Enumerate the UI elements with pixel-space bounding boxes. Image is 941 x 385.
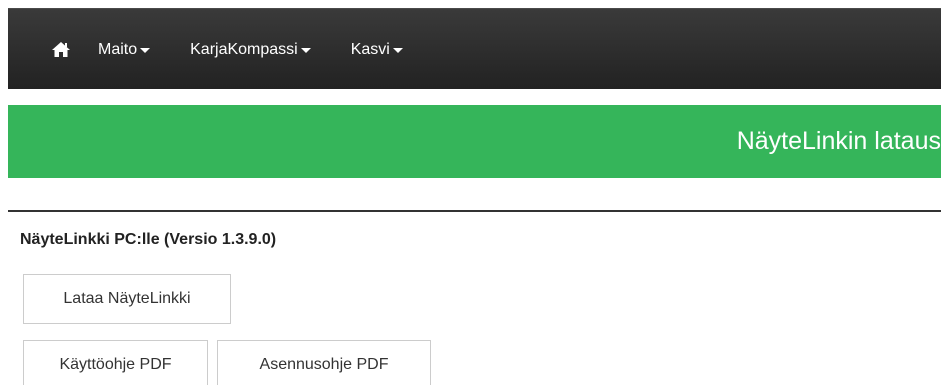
nav-item-maito[interactable]: Maito bbox=[98, 40, 151, 59]
nav-item-label: KarjaKompassi bbox=[190, 40, 298, 58]
caret-down-icon bbox=[392, 48, 403, 53]
nav-item-label: Maito bbox=[98, 40, 138, 58]
home-link[interactable] bbox=[52, 42, 70, 57]
nav-menu: Maito KarjaKompassi Kasvi bbox=[52, 9, 443, 90]
section-heading: NäyteLinkki PC:lle (Versio 1.3.9.0) bbox=[20, 231, 277, 248]
page-banner: NäyteLinkin lataus bbox=[8, 105, 941, 178]
nav-item-kasvi[interactable]: Kasvi bbox=[351, 41, 403, 59]
download-button[interactable]: Lataa NäyteLinkki bbox=[23, 274, 231, 324]
install-guide-pdf-button[interactable]: Asennusohje PDF bbox=[217, 340, 431, 385]
page: Maito KarjaKompassi Kasvi NäyteLinkin la… bbox=[0, 0, 941, 385]
caret-down-icon bbox=[140, 48, 151, 53]
caret-down-icon bbox=[300, 48, 311, 53]
nav-item-karjakompassi[interactable]: KarjaKompassi bbox=[190, 41, 311, 59]
page-title: NäyteLinkin lataus bbox=[736, 127, 941, 155]
home-icon bbox=[52, 42, 70, 57]
user-manual-pdf-button[interactable]: Käyttöohje PDF bbox=[23, 340, 208, 385]
top-navbar: Maito KarjaKompassi Kasvi bbox=[8, 8, 941, 89]
section-divider bbox=[8, 210, 941, 212]
nav-item-label: Kasvi bbox=[350, 40, 390, 58]
